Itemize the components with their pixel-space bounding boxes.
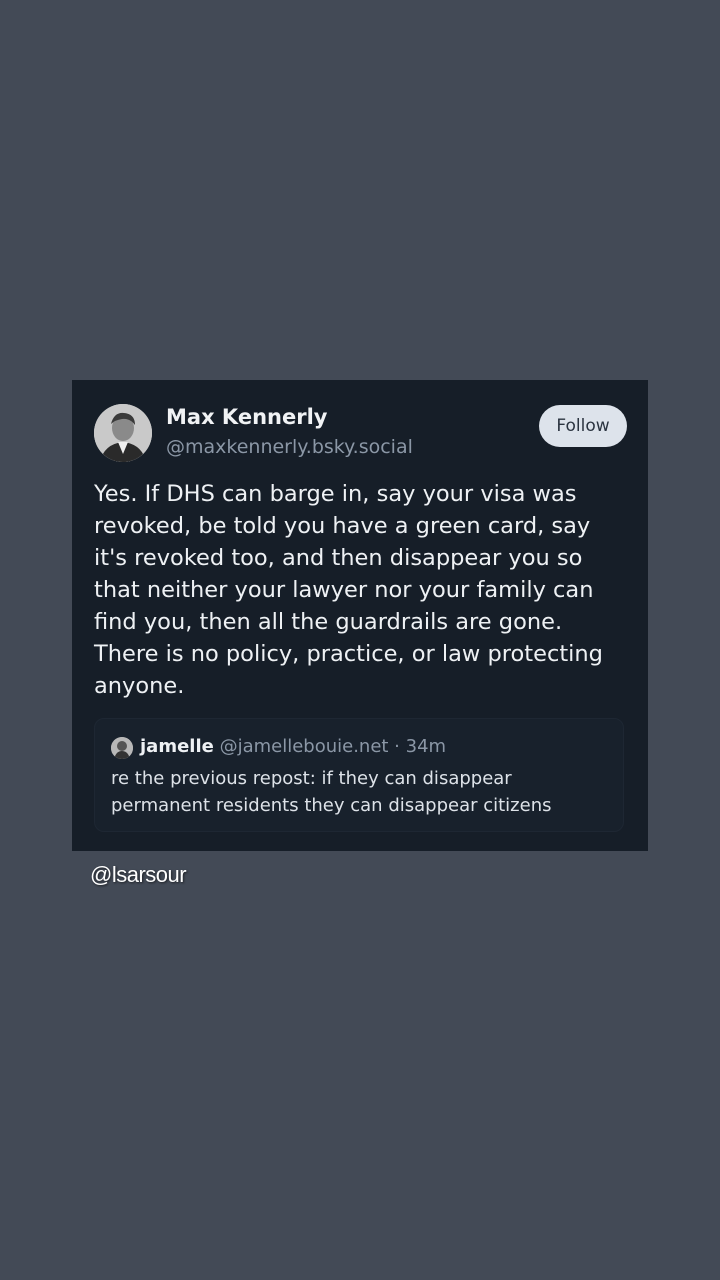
follow-button[interactable]: Follow xyxy=(539,405,627,447)
author-avatar[interactable] xyxy=(94,404,152,462)
quoted-author-avatar xyxy=(111,737,133,759)
quoted-post[interactable]: jamelle @jamellebouie.net · 34m re the p… xyxy=(94,718,624,832)
author-handle[interactable]: @maxkennerly.bsky.social xyxy=(166,436,413,458)
quoted-text-line: permanent residents they can disappear c… xyxy=(111,795,552,816)
post-card[interactable]: Max Kennerly @maxkennerly.bsky.social Fo… xyxy=(72,380,648,851)
post-text: Yes. If DHS can barge in, say your visa … xyxy=(94,478,634,702)
post-text-line: Yes. If DHS can barge in, say your visa … xyxy=(94,481,577,507)
author-name[interactable]: Max Kennerly xyxy=(166,405,327,429)
screen: Max Kennerly @maxkennerly.bsky.social Fo… xyxy=(0,0,720,1280)
post-text-line: anyone. xyxy=(94,673,185,699)
person-photo-icon xyxy=(94,404,152,462)
post-text-line: revoked, be told you have a green card, … xyxy=(94,513,591,539)
quoted-post-text: re the previous repost: if they can disa… xyxy=(111,765,611,819)
person-photo-icon xyxy=(111,737,133,759)
post-text-line: that neither your lawyer nor your family… xyxy=(94,577,594,603)
post-text-line: find you, then all the guardrails are go… xyxy=(94,609,563,635)
quoted-text-line: re the previous repost: if they can disa… xyxy=(111,768,512,789)
watermark-handle: @lsarsour xyxy=(90,862,187,887)
quoted-author-meta: @jamellebouie.net · 34m xyxy=(219,736,447,757)
post-text-line: There is no policy, practice, or law pro… xyxy=(94,641,603,667)
quoted-author-name[interactable]: jamelle xyxy=(140,736,214,757)
post-text-line: it's revoked too, and then disappear you… xyxy=(94,545,583,571)
quoted-post-header: jamelle @jamellebouie.net · 34m xyxy=(140,736,446,757)
